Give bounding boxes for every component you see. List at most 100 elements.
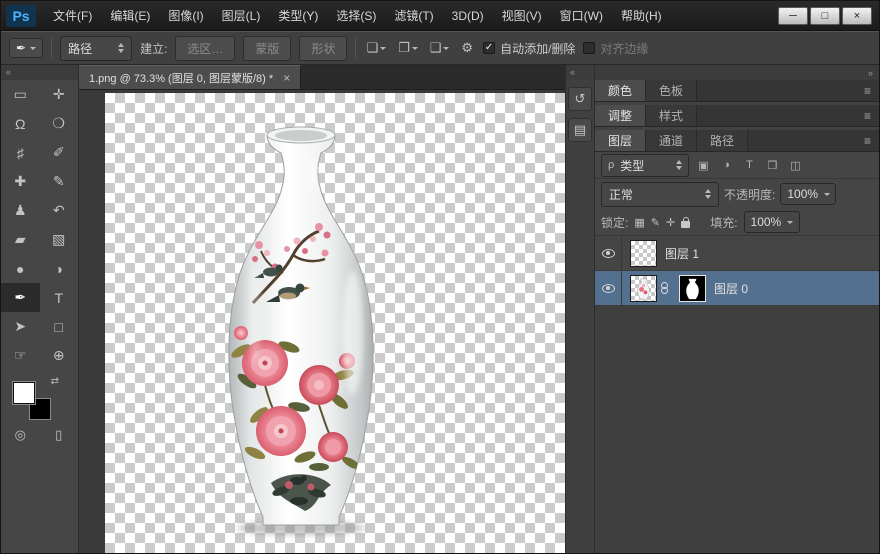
type-tool[interactable]: T (40, 283, 79, 312)
dodge-tool[interactable]: ◑ (40, 254, 79, 283)
tab-layers[interactable]: 图层 (595, 130, 646, 151)
minimize-button[interactable]: ─ (778, 7, 808, 25)
layer0-thumbnail[interactable] (630, 275, 657, 302)
crop-tool[interactable]: ♯ (1, 138, 40, 167)
layer-row-layer1[interactable]: 图层 1 (595, 236, 879, 271)
pen-icon: ✒ (14, 289, 26, 306)
eyedropper-tool[interactable]: ✐ (40, 138, 79, 167)
canvas[interactable] (79, 90, 565, 554)
hand-tool[interactable]: ☞ (1, 341, 40, 370)
tab-paths[interactable]: 路径 (697, 130, 748, 151)
layers-panel-group: 图层 通道 路径 ≡ ρ 类型 ▣ ◑ T ❒ (595, 130, 879, 554)
lock-image-pixels-icon[interactable]: ✎ (651, 216, 660, 229)
tab-styles[interactable]: 样式 (646, 105, 697, 126)
close-button[interactable]: × (842, 7, 872, 25)
menu-layer[interactable]: 图层(L) (213, 2, 270, 30)
panel-menu-icon[interactable]: ≡ (856, 105, 879, 126)
filter-type-layers-icon[interactable]: T (741, 157, 758, 174)
toolbar-collapse-button[interactable]: « (1, 65, 78, 80)
layer-row-layer0[interactable]: 图层 0 (595, 271, 879, 306)
history-panel-icon[interactable]: ↺ (568, 87, 592, 111)
make-mask-button[interactable]: 蒙版 (243, 36, 291, 61)
filter-pixel-layers-icon[interactable]: ▣ (695, 157, 712, 174)
rectangular-marquee-tool[interactable]: ▭ (1, 80, 40, 109)
blend-mode-select[interactable]: 正常 (601, 182, 719, 207)
strip-collapse-button[interactable]: « (566, 65, 594, 80)
menu-view[interactable]: 视图(V) (493, 2, 551, 30)
menu-file[interactable]: 文件(F) (44, 2, 101, 30)
make-label: 建立: (140, 40, 167, 57)
menu-edit[interactable]: 编辑(E) (101, 2, 159, 30)
opacity-field[interactable]: 100% (780, 183, 836, 205)
lock-transparent-pixels-icon[interactable]: ▦ (634, 216, 644, 229)
tab-adjustments[interactable]: 调整 (595, 105, 646, 126)
menu-filter[interactable]: 滤镜(T) (385, 2, 442, 30)
fill-field[interactable]: 100% (744, 211, 800, 233)
menu-type[interactable]: 类型(Y) (269, 2, 327, 30)
dock-collapse-button[interactable]: » (595, 65, 879, 80)
filter-shape-layers-icon[interactable]: ❒ (764, 157, 781, 174)
brush-tool[interactable]: ✎ (40, 167, 79, 196)
healing-brush-tool[interactable]: ✚ (1, 167, 40, 196)
auto-add-delete-checkbox[interactable]: ✓ 自动添加/删除 (483, 40, 575, 57)
mask-link-icon[interactable] (658, 282, 670, 294)
tab-channels[interactable]: 通道 (646, 130, 697, 151)
tool-mode-select[interactable]: 路径 (60, 36, 132, 61)
layer-filter-select[interactable]: ρ 类型 (601, 154, 689, 177)
tab-close-icon[interactable]: × (283, 71, 290, 85)
rectangle-tool[interactable]: □ (40, 312, 79, 341)
maximize-button[interactable]: □ (810, 7, 840, 25)
gear-icon: ⚙ (461, 40, 473, 56)
path-arrange-button[interactable]: ❑ (428, 38, 452, 58)
make-shape-button[interactable]: 形状 (299, 36, 347, 61)
blur-icon: ● (16, 261, 24, 277)
path-selection-icon: ➤ (14, 318, 26, 335)
layer0-mask-thumbnail[interactable] (679, 275, 706, 302)
swap-colors-icon[interactable]: ⇄ (51, 376, 59, 387)
zoom-tool[interactable]: ⊕ (40, 341, 79, 370)
move-tool[interactable]: ✛ (40, 80, 79, 109)
panel-menu-icon[interactable]: ≡ (856, 130, 879, 151)
foreground-color-swatch[interactable] (13, 382, 35, 404)
lock-position-icon[interactable]: ✛ (666, 216, 675, 229)
quick-selection-tool[interactable]: ❍ (40, 109, 79, 138)
tab-swatches[interactable]: 色板 (646, 80, 697, 101)
tab-color[interactable]: 颜色 (595, 80, 646, 101)
menu-window[interactable]: 窗口(W) (551, 2, 612, 30)
document-tab[interactable]: 1.png @ 73.3% (图层 0, 图层蒙版/8) * × (79, 65, 301, 89)
dodge-icon: ◑ (55, 261, 63, 277)
path-selection-tool[interactable]: ➤ (1, 312, 40, 341)
settings-gear-button[interactable]: ⚙ (459, 38, 475, 58)
eraser-tool[interactable]: ▰ (1, 225, 40, 254)
layer1-thumbnail[interactable] (630, 240, 657, 267)
gradient-tool[interactable]: ▧ (40, 225, 79, 254)
tool-preset-picker[interactable]: ✒ (9, 38, 43, 58)
menubar: Ps 文件(F) 编辑(E) 图像(I) 图层(L) 类型(Y) 选择(S) 滤… (1, 1, 879, 31)
filter-smart-objects-icon[interactable]: ◫ (787, 157, 804, 174)
pen-tool[interactable]: ✒ (1, 283, 40, 312)
quick-mask-button[interactable]: ◎ (1, 422, 40, 448)
make-selection-button[interactable]: 选区… (175, 36, 235, 61)
lock-label: 锁定: (601, 214, 628, 231)
path-operations-button[interactable]: ❏ (364, 38, 388, 58)
visibility-cell[interactable] (595, 236, 622, 270)
filter-adjustment-layers-icon[interactable]: ◑ (718, 157, 735, 174)
blur-tool[interactable]: ● (1, 254, 40, 283)
menu-3d[interactable]: 3D(D) (443, 2, 493, 30)
menu-select[interactable]: 选择(S) (327, 2, 385, 30)
align-edges-label: 对齐边缘 (600, 40, 648, 57)
lasso-tool[interactable]: Ω (1, 109, 40, 138)
screen-mode-button[interactable]: ▯ (40, 422, 79, 448)
menu-image[interactable]: 图像(I) (159, 2, 212, 30)
hand-icon: ☞ (14, 347, 27, 364)
align-edges-checkbox[interactable]: 对齐边缘 (583, 40, 648, 57)
lock-all-icon[interactable] (681, 221, 690, 228)
properties-panel-icon[interactable]: ▤ (568, 118, 592, 142)
panel-menu-icon[interactable]: ≡ (856, 80, 879, 101)
path-alignment-button[interactable]: ❐ (396, 38, 420, 58)
visibility-cell[interactable] (595, 271, 622, 305)
clone-stamp-tool[interactable]: ♟ (1, 196, 40, 225)
menu-help[interactable]: 帮助(H) (612, 2, 671, 30)
history-brush-tool[interactable]: ↶ (40, 196, 79, 225)
filter-kind-icon: ρ (608, 159, 614, 171)
